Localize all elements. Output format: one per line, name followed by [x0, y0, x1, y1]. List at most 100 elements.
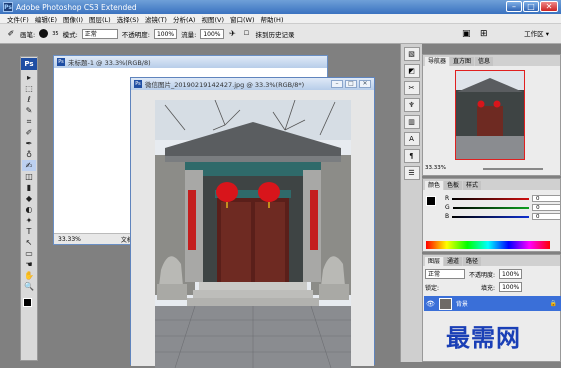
workspace-button[interactable]: 工作区 ▾ [524, 28, 549, 38]
close-button[interactable]: ✕ [540, 1, 558, 12]
minimize-button[interactable]: – [506, 1, 522, 12]
clone-stamp-tool-icon[interactable]: ♁ [22, 149, 36, 160]
navigator-zoom-slider[interactable] [483, 168, 543, 170]
color-tabs: 颜色 色板 样式 [423, 179, 560, 190]
menu-file[interactable]: 文件(F) [4, 14, 32, 24]
watermark-text: 最需网 [446, 323, 521, 352]
history-brush-tool-icon[interactable]: ✍ [22, 160, 36, 171]
hand-tool-icon[interactable]: ✋ [22, 270, 36, 281]
tab-info[interactable]: 信息 [475, 57, 494, 66]
channel-label: R [445, 195, 450, 202]
channel-value-field[interactable]: 0 [532, 195, 561, 202]
opacity-field[interactable]: 100% [153, 28, 178, 39]
menu-window[interactable]: 窗口(W) [227, 14, 258, 24]
document-titlebar[interactable]: Ps 未标题-1 @ 33.3%(RGB/8) [54, 56, 327, 68]
path-selection-tool-icon[interactable]: ↖ [22, 237, 36, 248]
color-swatches[interactable] [21, 298, 37, 314]
color-slider-b[interactable]: B 0 [427, 212, 561, 221]
notes-tool-icon[interactable]: ☚ [22, 259, 36, 270]
document-window-photo[interactable]: Ps 微信图片_20190219142427.jpg @ 33.3%(RGB/8… [130, 77, 375, 368]
move-tool-icon[interactable]: ▸ [22, 72, 36, 83]
doc-minimize-button[interactable]: – [331, 80, 343, 88]
mode-select[interactable]: 正常 [81, 28, 118, 39]
doc-close-button[interactable]: ✕ [359, 80, 371, 88]
brush-preview-icon[interactable] [39, 29, 49, 38]
doc-maximize-button[interactable]: □ [345, 80, 357, 88]
airbrush-icon[interactable]: ✈ [228, 29, 238, 39]
layer-comps-icon[interactable]: ☰ [403, 166, 420, 180]
menu-filter[interactable]: 滤镜(T) [142, 14, 170, 24]
navigator-thumbnail[interactable] [455, 70, 525, 160]
layer-name[interactable]: 背景 [456, 299, 468, 308]
palette-well-icon[interactable]: ▣ [462, 29, 471, 39]
brush-label: 画笔: [20, 30, 36, 39]
canvas-area[interactable] [131, 90, 374, 368]
tab-swatches[interactable]: 色板 [444, 181, 463, 190]
color-slider-r[interactable]: R 0 [427, 194, 561, 203]
clone-source-icon[interactable]: ▥ [403, 115, 420, 129]
dodge-tool-icon[interactable]: ◐ [22, 204, 36, 215]
blend-mode-select[interactable]: 正常 [425, 269, 465, 279]
document-titlebar[interactable]: Ps 微信图片_20190219142427.jpg @ 33.3%(RGB/8… [131, 78, 374, 90]
eraser-tool-icon[interactable]: ◫ [22, 171, 36, 182]
shape-tool-icon[interactable]: ▭ [22, 248, 36, 259]
fill-field[interactable]: 100% [499, 282, 523, 292]
menu-analysis[interactable]: 分析(A) [170, 14, 199, 24]
paragraph-panel-icon[interactable]: ¶ [403, 149, 420, 163]
eye-icon[interactable]: 👁 [426, 300, 435, 308]
foreground-color-swatch[interactable] [23, 298, 32, 307]
actions-panel-icon[interactable]: ♆ [403, 98, 420, 112]
fill-label: 填充: [481, 284, 496, 292]
menu-select[interactable]: 选择(S) [114, 14, 142, 24]
magic-wand-tool-icon[interactable]: ✎ [22, 105, 36, 116]
tab-styles[interactable]: 样式 [463, 181, 482, 190]
blur-tool-icon[interactable]: ◆ [22, 193, 36, 204]
tab-layers[interactable]: 图层 [425, 257, 444, 266]
slider-track[interactable] [452, 215, 529, 218]
maximize-button[interactable]: □ [523, 1, 539, 12]
color-slider-g[interactable]: G 0 [427, 203, 561, 212]
menu-edit[interactable]: 编辑(E) [32, 14, 60, 24]
color-spectrum-bar[interactable] [426, 241, 550, 249]
history-brush-icon[interactable]: ✐ [6, 29, 16, 39]
gradient-tool-icon[interactable]: ▮ [22, 182, 36, 193]
tab-channels[interactable]: 通道 [444, 257, 463, 266]
layer-opacity-field[interactable]: 100% [499, 269, 523, 279]
crop-tool-icon[interactable]: ⌗ [22, 116, 36, 127]
title-bar: Ps Adobe Photoshop CS3 Extended – □ ✕ [0, 0, 561, 14]
tool-presets-icon[interactable]: ◩ [403, 64, 420, 78]
marquee-tool-icon[interactable]: ⬚ [22, 83, 36, 94]
menu-view[interactable]: 视图(V) [198, 14, 227, 24]
healing-brush-tool-icon[interactable]: ✒ [22, 138, 36, 149]
lasso-tool-icon[interactable]: ℓ [22, 94, 36, 105]
layers-lock-row: 锁定: 填充: 100% [425, 282, 523, 292]
slider-track[interactable] [452, 206, 530, 209]
navigator-zoom[interactable]: 33.33% [425, 165, 446, 171]
tab-navigator[interactable]: 导航器 [425, 57, 450, 66]
slider-track[interactable] [452, 197, 529, 200]
opacity-label: 不透明度: [121, 30, 150, 39]
tab-color[interactable]: 颜色 [425, 181, 444, 190]
toolbox: Ps ▸ ⬚ ℓ ✎ ⌗ ✐ ✒ ♁ ✍ ◫ ▮ ◆ ◐ ✦ T ↖ ▭ ☚ ✋… [20, 56, 38, 361]
menu-layer[interactable]: 图层(L) [86, 14, 114, 24]
layer-opacity-label: 不透明度: [469, 271, 496, 279]
history-panel-icon[interactable]: ✂ [403, 81, 420, 95]
navigator-panel: 导航器 直方图 信息 33.33% [422, 54, 561, 176]
type-tool-icon[interactable]: T [22, 226, 36, 237]
pen-tool-icon[interactable]: ✦ [22, 215, 36, 226]
menu-image[interactable]: 图像(I) [60, 14, 86, 24]
document-zoom[interactable]: 33.33% [58, 236, 81, 243]
zoom-tool-icon[interactable]: 🔍 [22, 281, 36, 292]
brushes-panel-icon[interactable]: ▧ [403, 47, 420, 61]
character-panel-icon[interactable]: A [403, 132, 420, 146]
history-checkbox-icon[interactable]: ☐ [242, 29, 252, 39]
channel-value-field[interactable]: 0 [532, 204, 561, 211]
channel-value-field[interactable]: 0 [531, 213, 561, 220]
eyedropper-tool-icon[interactable]: ✐ [22, 127, 36, 138]
tab-histogram[interactable]: 直方图 [450, 57, 475, 66]
layer-row-background[interactable]: 👁 背景 🔒 [424, 296, 561, 311]
flow-field[interactable]: 100% [200, 28, 224, 39]
tab-paths[interactable]: 路径 [463, 257, 482, 266]
bridge-icon[interactable]: ⊞ [480, 29, 488, 39]
menu-help[interactable]: 帮助(H) [258, 14, 287, 24]
